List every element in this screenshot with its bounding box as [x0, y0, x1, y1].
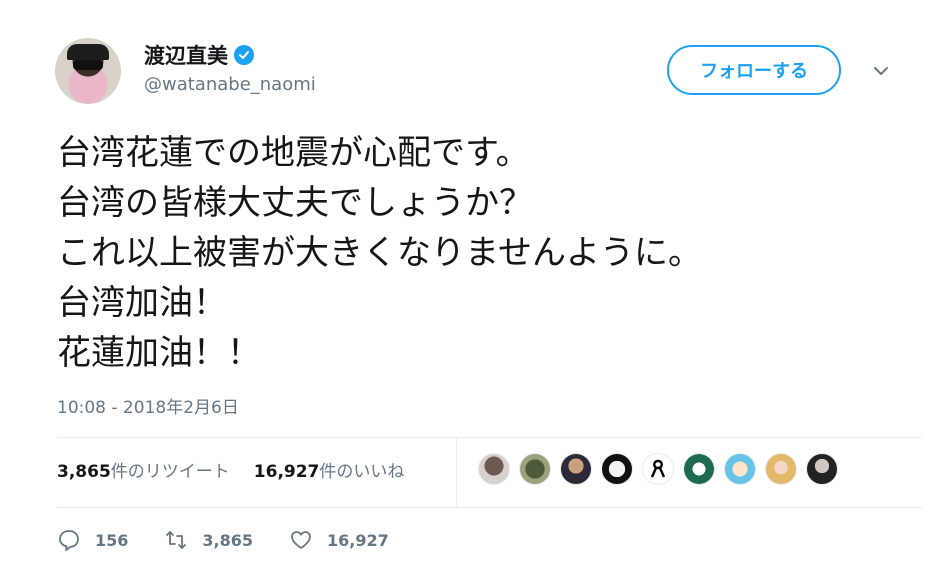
retweet-icon — [166, 531, 187, 549]
tweet-actions: 156 3,865 16,927 — [57, 528, 425, 552]
avatar-glasses — [73, 60, 103, 70]
retweet-button[interactable]: 3,865 — [164, 528, 253, 552]
heart-icon — [291, 531, 311, 549]
tweet-line: 花蓮加油！！ — [57, 333, 261, 373]
display-name-row[interactable]: 渡辺直美 — [144, 40, 254, 70]
liker-avatar[interactable] — [765, 453, 797, 485]
liker-avatar[interactable] — [642, 453, 674, 485]
tweet-line: これ以上被害が大きくなりませんように。 — [57, 233, 702, 273]
reply-count: 156 — [95, 530, 129, 550]
avatar-hat — [67, 44, 109, 60]
user-handle[interactable]: @watanabe_naomi — [144, 74, 316, 95]
engagement-stats: 3,865件のリツイート 16,927件のいいね — [57, 457, 404, 482]
likes-count: 16,927 — [253, 462, 320, 482]
follow-button[interactable]: フォローする — [667, 45, 841, 95]
tweet-text: 台湾花蓮での地震が心配です。 台湾の皆様大丈夫でしょうか？ これ以上被害が大きく… — [57, 128, 917, 378]
ribbon-icon — [650, 459, 666, 478]
liker-avatar[interactable] — [601, 453, 633, 485]
tweet-line: 台湾の皆様大丈夫でしょうか？ — [57, 183, 533, 223]
liker-avatar[interactable] — [519, 453, 551, 485]
avatar[interactable] — [55, 38, 121, 104]
verified-badge-icon — [234, 45, 254, 65]
liker-avatars — [478, 453, 838, 485]
retweets-stat[interactable]: 3,865件のリツイート — [57, 457, 230, 482]
reply-icon — [59, 530, 79, 551]
like-count: 16,927 — [327, 530, 389, 550]
reply-button[interactable]: 156 — [57, 528, 128, 552]
retweets-count: 3,865 — [57, 462, 111, 482]
tweet-line: 台湾花蓮での地震が心配です。 — [57, 133, 530, 173]
liker-avatar[interactable] — [806, 453, 838, 485]
liker-avatar[interactable] — [683, 453, 715, 485]
liker-avatar[interactable] — [560, 453, 592, 485]
divider — [57, 507, 922, 508]
divider — [57, 437, 922, 438]
retweet-count: 3,865 — [202, 530, 254, 550]
retweets-label: 件のリツイート — [110, 462, 230, 482]
display-name[interactable]: 渡辺直美 — [144, 40, 228, 70]
liker-avatar[interactable] — [724, 453, 756, 485]
liker-avatar[interactable] — [478, 453, 510, 485]
like-button[interactable]: 16,927 — [289, 528, 389, 552]
likes-stat[interactable]: 16,927件のいいね — [254, 457, 405, 482]
likes-label: 件のいいね — [319, 462, 405, 482]
stats-divider — [456, 437, 457, 507]
tweet-line: 台湾加油！ — [57, 283, 227, 323]
tweet-timestamp[interactable]: 10:08 - 2018年2月6日 — [57, 393, 239, 418]
chevron-down-icon[interactable] — [872, 62, 890, 80]
